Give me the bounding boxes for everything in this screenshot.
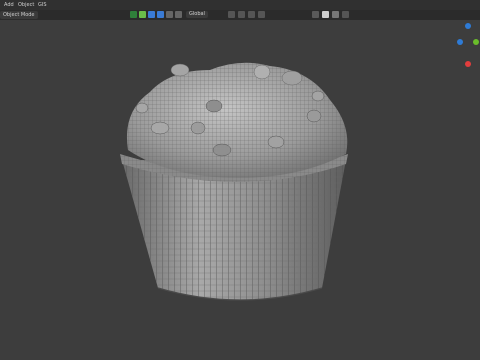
menu-gis[interactable]: GIS: [38, 1, 47, 9]
header-bar: Add Object GIS: [0, 0, 480, 10]
menu-add[interactable]: Add: [4, 1, 14, 9]
shading-solid-icon[interactable]: [322, 11, 329, 18]
shading-material-icon[interactable]: [332, 11, 339, 18]
move-tool-icon[interactable]: [139, 11, 146, 18]
proportional-edit-icon[interactable]: [238, 11, 245, 18]
filter-icon[interactable]: [342, 11, 349, 18]
transform-tool-icon[interactable]: [166, 11, 173, 18]
pivot-icon[interactable]: [248, 11, 255, 18]
menu-object[interactable]: Object: [18, 1, 34, 9]
scale-tool-icon[interactable]: [157, 11, 164, 18]
cupcake-model[interactable]: [0, 0, 480, 360]
navigation-gizmo[interactable]: [456, 20, 480, 70]
snap-icon[interactable]: [228, 11, 235, 18]
z-axis-icon: [465, 23, 471, 29]
rotate-tool-icon[interactable]: [148, 11, 155, 18]
mode-selector[interactable]: Object Mode: [0, 11, 38, 19]
select-tool-icon[interactable]: [130, 11, 137, 18]
neg-x-axis-icon: [457, 39, 463, 45]
overlay-options-icon[interactable]: [258, 11, 265, 18]
muffin-top: [126, 62, 348, 178]
shading-wire-icon[interactable]: [312, 11, 319, 18]
orientation-dropdown[interactable]: Global: [186, 11, 208, 18]
measure-tool-icon[interactable]: [175, 11, 182, 18]
y-axis-icon: [473, 39, 479, 45]
x-axis-icon: [465, 61, 471, 67]
